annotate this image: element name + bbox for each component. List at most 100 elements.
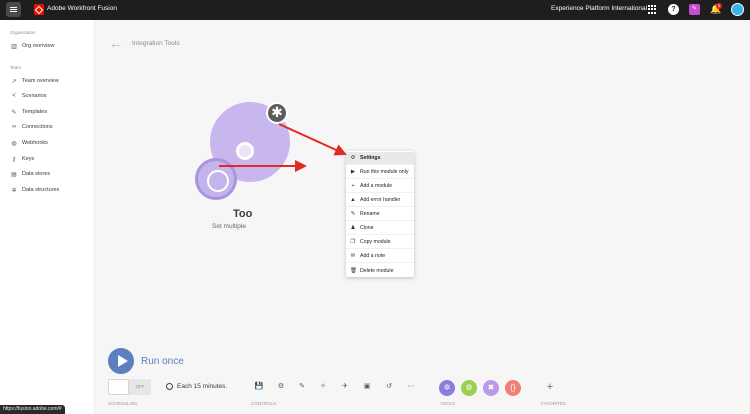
menu-item-add-module[interactable]: + Add a module xyxy=(346,180,414,193)
run-once-label[interactable]: Run once xyxy=(141,356,184,367)
sidebar-item-label: Data structures xyxy=(22,187,60,193)
pencil-icon: ✎ xyxy=(350,211,356,217)
menu-item-run-module[interactable]: ▶ Run this module only xyxy=(346,166,414,179)
menu-item-label: Clone xyxy=(360,225,374,231)
sidebar-item-data-structures[interactable]: ✲ Data structures xyxy=(10,185,59,195)
sidebar-item-templates[interactable]: ✎ Templates xyxy=(10,107,47,117)
scheduling-toggle[interactable]: OFF xyxy=(108,379,151,395)
module-subtitle: Set multiple xyxy=(212,223,246,230)
status-url: https://fusion.adobe.com/# xyxy=(0,405,65,414)
tool-flow-control-icon[interactable]: ✲ xyxy=(439,380,455,396)
gear-icon: ⚙ xyxy=(350,155,356,161)
top-bar: Adobe Workfront Fusion Experience Platfo… xyxy=(0,0,750,20)
sidebar-item-label: Templates xyxy=(22,109,48,115)
adobe-logo[interactable] xyxy=(34,4,44,15)
menu-item-copy-module[interactable]: ❐ Copy module xyxy=(346,236,414,249)
sidebar-item-connections[interactable]: ∞ Connections xyxy=(10,122,53,132)
scenario-canvas[interactable]: ← Integration Tools xyxy=(96,20,750,414)
app-title[interactable]: Adobe Workfront Fusion xyxy=(47,5,117,12)
sidebar-item-label: Org overview xyxy=(22,43,55,49)
schedule-text: Each 15 minutes. xyxy=(177,383,228,390)
schedule-setting[interactable]: Each 15 minutes. xyxy=(166,383,227,390)
briefcase-icon[interactable]: ▣ xyxy=(362,382,372,392)
module-name: Too xyxy=(233,208,253,220)
clone-icon: ♟ xyxy=(350,225,356,231)
trash-icon: 🗑 xyxy=(350,267,357,274)
menu-item-label: Run this module only xyxy=(360,169,409,175)
menu-item-label: Settings xyxy=(360,155,381,161)
menu-item-clone[interactable]: ♟ Clone xyxy=(346,222,414,235)
menu-item-settings[interactable]: ⚙ Settings xyxy=(346,152,414,165)
save-icon[interactable]: 💾 xyxy=(254,382,264,392)
template-icon: ✎ xyxy=(11,109,17,116)
sidebar-item-label: Data stores xyxy=(22,171,51,177)
help-icon[interactable]: ? xyxy=(668,4,679,15)
scenario-title[interactable]: Integration Tools xyxy=(132,40,180,47)
avatar[interactable] xyxy=(731,3,744,16)
warning-icon: ▲ xyxy=(350,197,356,203)
sidebar-item-keys[interactable]: ⚷ Keys xyxy=(10,154,34,164)
clock-icon xyxy=(166,383,173,390)
sidebar-item-label: Connections xyxy=(22,124,53,130)
link-icon: ∞ xyxy=(11,124,17,130)
menu-item-label: Add error handler xyxy=(360,197,401,203)
database-icon: ▤ xyxy=(11,171,17,178)
menu-item-label: Add a note xyxy=(360,253,386,259)
notification-badge: 1 xyxy=(716,3,722,9)
sidebar-item-scenarios[interactable]: < Scenarios xyxy=(10,91,46,101)
globe-icon: ◍ xyxy=(11,140,17,147)
sidebar-item-label: Keys xyxy=(22,156,35,162)
copy-icon: ❐ xyxy=(350,239,356,245)
add-favorite-icon[interactable]: + xyxy=(544,381,556,393)
group-label-favorites: FAVORITES xyxy=(541,401,566,406)
structure-icon: ✲ xyxy=(11,187,17,194)
settings-gear-icon[interactable]: ⚙ xyxy=(276,382,286,392)
play-icon: ▶ xyxy=(350,169,356,175)
trend-icon: ↗ xyxy=(11,78,17,85)
tool-text-parser-icon[interactable]: {} xyxy=(505,380,521,396)
group-label-controls: CONTROLS xyxy=(251,401,277,406)
sidebar-item-data-stores[interactable]: ▤ Data stores xyxy=(10,169,50,179)
sidebar-item-label: Webhooks xyxy=(22,140,48,146)
menu-item-add-note[interactable]: ✉ Add a note xyxy=(346,250,414,263)
gear-icon[interactable]: ✱ xyxy=(266,102,288,124)
feedback-icon[interactable]: ✎ xyxy=(689,4,700,15)
plus-icon: + xyxy=(351,183,355,189)
airplane-icon[interactable]: ✈ xyxy=(340,382,350,392)
key-icon: ⚷ xyxy=(11,156,17,163)
tool-tools-icon[interactable]: ✖ xyxy=(483,380,499,396)
org-switcher[interactable]: Experience Platform International xyxy=(551,5,647,12)
sidebar: Organization ▥ Org overview Team ↗ Team … xyxy=(0,20,95,414)
sidebar-section-organization: Organization xyxy=(10,30,36,35)
history-icon[interactable]: ↺ xyxy=(384,382,394,392)
apps-grid-icon[interactable] xyxy=(647,4,658,15)
menu-item-label: Add a module xyxy=(360,183,393,189)
share-icon: < xyxy=(12,93,16,99)
tool-settings-icon[interactable]: ⚙ xyxy=(461,380,477,396)
group-label-scheduling: SCHEDULING xyxy=(108,401,138,406)
menu-item-delete-module[interactable]: 🗑 Delete module xyxy=(346,264,414,277)
sidebar-item-webhooks[interactable]: ◍ Webhooks xyxy=(10,138,48,148)
menu-item-label: Delete module xyxy=(360,267,394,274)
more-icon[interactable]: ⋯ xyxy=(406,382,416,392)
note-edit-icon[interactable]: ✎ xyxy=(297,382,307,392)
magic-wand-icon[interactable]: ✧ xyxy=(318,382,328,392)
menu-icon[interactable] xyxy=(6,2,21,17)
sidebar-item-org-overview[interactable]: ▥ Org overview xyxy=(10,41,54,51)
back-arrow-icon[interactable]: ← xyxy=(109,35,123,51)
sidebar-section-team: Team xyxy=(10,65,22,70)
clock-icon[interactable] xyxy=(195,158,237,200)
menu-item-label: Rename xyxy=(360,211,380,217)
group-label-tools: TOOLS xyxy=(440,401,456,406)
run-once-button[interactable] xyxy=(108,348,134,374)
module-context-menu: ⚙ Settings ▶ Run this module only + Add a m… xyxy=(346,151,414,277)
module-connector[interactable] xyxy=(236,142,254,160)
menu-item-rename[interactable]: ✎ Rename xyxy=(346,208,414,221)
toggle-state: OFF xyxy=(135,384,145,389)
building-icon: ▥ xyxy=(11,43,17,50)
sidebar-item-team-overview[interactable]: ↗ Team overview xyxy=(10,76,59,86)
sidebar-item-label: Team overview xyxy=(22,78,59,84)
menu-item-add-error-handler[interactable]: ▲ Add error handler xyxy=(346,194,414,207)
menu-item-label: Copy module xyxy=(360,239,391,245)
sidebar-item-label: Scenarios xyxy=(22,93,47,99)
